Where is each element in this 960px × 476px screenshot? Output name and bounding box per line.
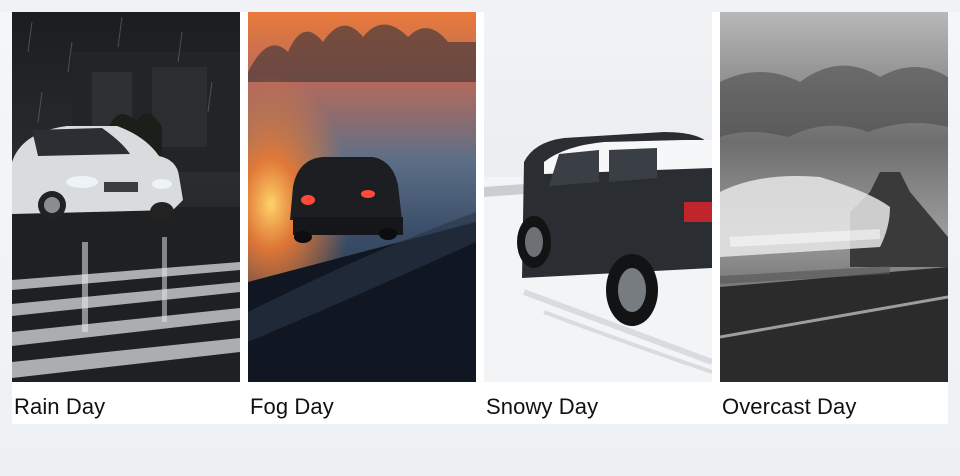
caption-snowy-day: Snowy Day xyxy=(486,394,599,419)
caption-fog-day: Fog Day xyxy=(250,394,334,419)
caption-overcast-day: Overcast Day xyxy=(722,394,857,419)
card-rain-day: Rain Day xyxy=(12,12,240,424)
snow-car-icon xyxy=(484,12,712,382)
fog-car-icon xyxy=(248,12,476,382)
weather-panel: Rain Day Fog Day Snowy Day Overcast Day xyxy=(12,12,948,424)
caption-rain-day: Rain Day xyxy=(14,394,106,419)
overcast-car-icon xyxy=(720,12,948,382)
card-fog-day: Fog Day xyxy=(248,12,476,424)
card-overcast-day: Overcast Day xyxy=(720,12,948,424)
card-snowy-day: Snowy Day xyxy=(484,12,712,424)
top-band xyxy=(0,0,960,12)
rain-car-icon xyxy=(12,12,240,382)
